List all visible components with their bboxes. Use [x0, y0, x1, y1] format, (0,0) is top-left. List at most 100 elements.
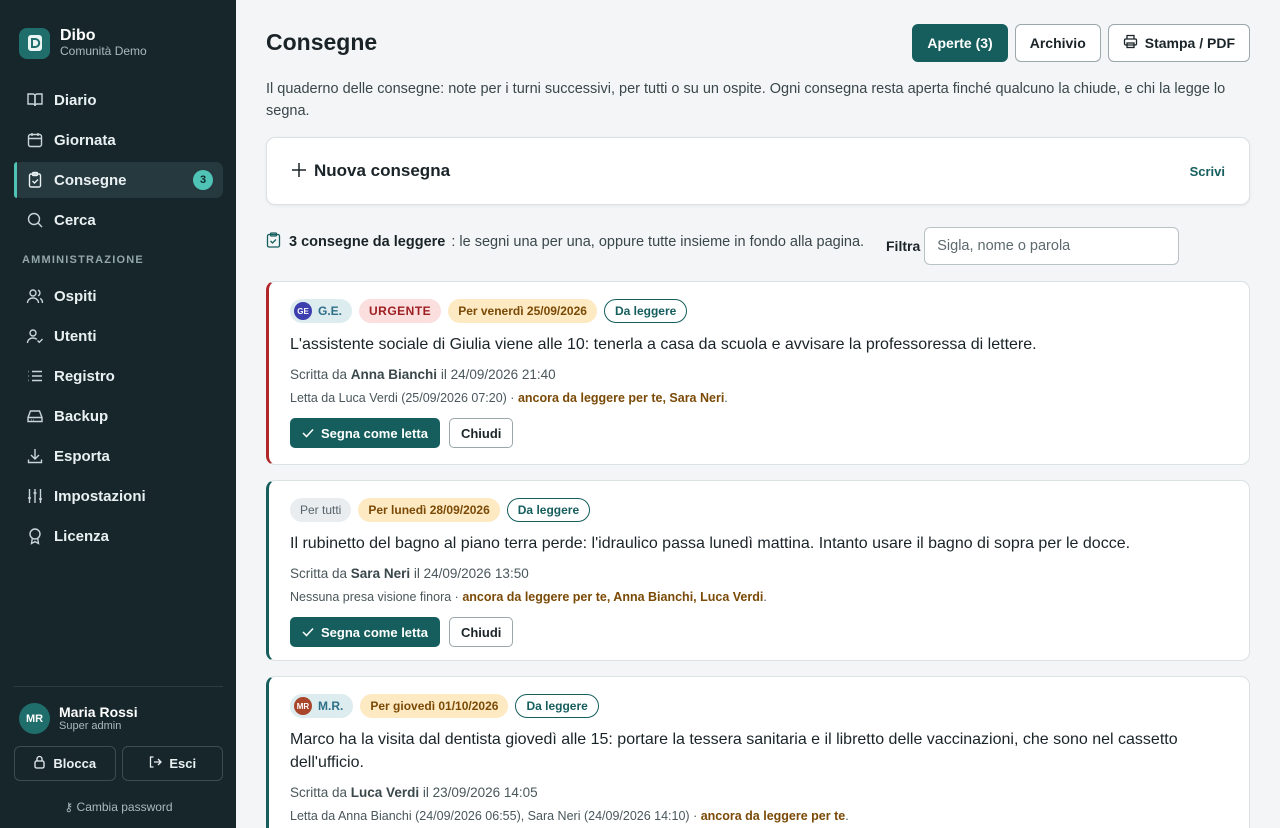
user-role: Super admin [59, 719, 122, 732]
page-intro: Il quaderno delle consegne: note per i t… [266, 81, 1226, 119]
new-handover-title: Nuova consegna [314, 161, 451, 180]
handover-card: Per tutti Per lunedì 28/09/2026 Da legge… [266, 480, 1250, 661]
guest-tag[interactable]: MR M.R. [290, 694, 354, 718]
sidebar-item-licenza[interactable]: Licenza [14, 518, 223, 554]
handover-text: Il rubinetto del bagno al piano terra pe… [290, 535, 1131, 552]
clipboard-check-icon [26, 171, 44, 189]
change-password-link[interactable]: ⚷ Cambia password [14, 800, 223, 814]
sidebar-item-utenti[interactable]: Utenti [14, 318, 223, 354]
guest-tag-label: M.R. [318, 699, 344, 713]
community-name: Comunità Demo [60, 44, 147, 58]
app-logo-icon [19, 27, 50, 59]
logout-button[interactable]: Esci [121, 746, 223, 781]
main-content: Consegne Aperte (3) Archivio Stampa / PD… [236, 0, 1280, 828]
sidebar-item-consegne[interactable]: Consegne 3 [14, 162, 223, 198]
avatar: MR [19, 703, 50, 734]
mark-read-button[interactable]: Segna come letta [290, 617, 440, 647]
current-user: MR Maria Rossi Super admin [19, 703, 223, 734]
check-icon [302, 426, 314, 441]
lock-label: Blocca [53, 756, 97, 771]
page-title: Consegne [266, 29, 378, 55]
filter-input[interactable] [924, 227, 1180, 265]
unread-summary: 3 consegne da leggere : le segni una per… [266, 232, 864, 252]
unread-hint: : le segni una per una, oppure tutte ins… [451, 234, 865, 250]
consegne-count-badge: 3 [193, 170, 213, 190]
award-icon [26, 527, 44, 545]
pending-readers: ancora da leggere per te [700, 809, 846, 823]
handover-author: Scritta da Luca Verdi il 23/09/2026 14:0… [290, 785, 1228, 800]
sidebar-item-impostazioni[interactable]: Impostazioni [14, 478, 223, 514]
brand[interactable]: Dibo Comunità Demo [19, 27, 147, 59]
list-icon [26, 367, 44, 385]
lock-button[interactable]: Blocca [14, 746, 116, 781]
close-handover-button[interactable]: Chiudi [448, 418, 514, 448]
author-timestamp: il 24/09/2026 13:50 [413, 566, 529, 581]
user-check-icon [26, 327, 44, 345]
app-name: Dibo [60, 27, 96, 44]
due-date-badge: Per giovedì 01/10/2026 [360, 694, 509, 718]
sidebar-footer: MR Maria Rossi Super admin Blocca Esci ⚷… [14, 686, 223, 814]
user-name: Maria Rossi [59, 703, 138, 720]
sidebar-item-label: Registro [54, 367, 115, 385]
author-prefix: Scritta da [290, 566, 348, 581]
calendar-icon [26, 131, 44, 149]
users-icon [26, 287, 44, 305]
print-pdf-button[interactable]: Stampa / PDF [1107, 24, 1250, 62]
lock-icon [33, 755, 46, 772]
status-badge: Da leggere [506, 498, 591, 522]
sliders-icon [26, 487, 44, 505]
handover-text: Marco ha la visita dal dentista giovedì … [290, 731, 1178, 771]
handover-author: Scritta da Anna Bianchi il 24/09/2026 21… [290, 367, 1228, 382]
open-handovers-button[interactable]: Aperte (3) [912, 24, 1008, 62]
sidebar-item-label: Consegne [54, 171, 127, 189]
read-status: Letta da Anna Bianchi (24/09/2026 06:55)… [290, 809, 849, 823]
sidebar-item-cerca[interactable]: Cerca [14, 202, 223, 238]
sidebar-item-label: Ospiti [54, 287, 97, 305]
sidebar-item-label: Impostazioni [54, 487, 146, 505]
sidebar-item-giornata[interactable]: Giornata [14, 122, 223, 158]
urgent-badge: URGENTE [359, 299, 442, 323]
sidebar-item-label: Cerca [54, 211, 96, 229]
due-date-badge: Per venerdì 25/09/2026 [448, 299, 597, 323]
check-icon [302, 625, 314, 640]
guest-avatar: GE [294, 302, 312, 320]
read-by: Letta da Anna Bianchi (24/09/2026 06:55)… [290, 809, 701, 823]
author-name: Anna Bianchi [350, 367, 438, 382]
sidebar-item-label: Utenti [54, 327, 97, 345]
filter-label: Filtra [886, 238, 921, 254]
pending-readers: ancora da leggere per te, Anna Bianchi, … [462, 590, 764, 604]
handover-text: L'assistente sociale di Giulia viene all… [290, 336, 1037, 353]
due-date-badge: Per lunedì 28/09/2026 [358, 498, 500, 522]
sidebar-item-ospiti[interactable]: Ospiti [14, 278, 223, 314]
logout-label: Esci [169, 756, 197, 771]
mark-read-button[interactable]: Segna come letta [290, 418, 440, 448]
guest-tag[interactable]: GE G.E. [290, 299, 353, 323]
sidebar-item-backup[interactable]: Backup [14, 398, 223, 434]
sidebar-item-diario[interactable]: Diario [14, 82, 223, 118]
clipboard-check-icon [266, 232, 281, 252]
new-handover-card[interactable]: Nuova consegna Scrivi [266, 137, 1250, 205]
sidebar-item-esporta[interactable]: Esporta [14, 438, 223, 474]
mark-read-label: Segna come letta [321, 624, 428, 640]
audience-badge: Per tutti [290, 498, 352, 522]
book-icon [26, 91, 44, 109]
author-name: Luca Verdi [350, 785, 420, 800]
print-pdf-label: Stampa / PDF [1144, 35, 1235, 51]
read-status: Nessuna presa visione finora · ancora da… [290, 590, 767, 604]
handover-card: MR M.R. Per giovedì 01/10/2026 Da legger… [266, 676, 1250, 828]
filter: Filtra [886, 227, 1180, 265]
sidebar-item-label: Licenza [54, 527, 110, 545]
sidebar: Dibo Comunità Demo Diario Giornata Conse… [0, 0, 236, 828]
sidebar-item-label: Giornata [54, 131, 116, 149]
archive-button[interactable]: Archivio [1014, 24, 1101, 62]
sidebar-item-registro[interactable]: Registro [14, 358, 223, 394]
close-handover-button[interactable]: Chiudi [448, 617, 514, 647]
write-handover-button[interactable]: Scrivi [1190, 164, 1225, 179]
read-status: Letta da Luca Verdi (25/09/2026 07:20) ·… [290, 391, 728, 405]
guest-tag-label: G.E. [318, 304, 343, 318]
mark-read-label: Segna come letta [321, 425, 428, 441]
sidebar-item-label: Backup [54, 407, 109, 425]
author-timestamp: il 24/09/2026 21:40 [440, 367, 556, 382]
hard-drive-icon [26, 407, 44, 425]
pending-readers: ancora da leggere per te, Sara Neri [517, 391, 725, 405]
